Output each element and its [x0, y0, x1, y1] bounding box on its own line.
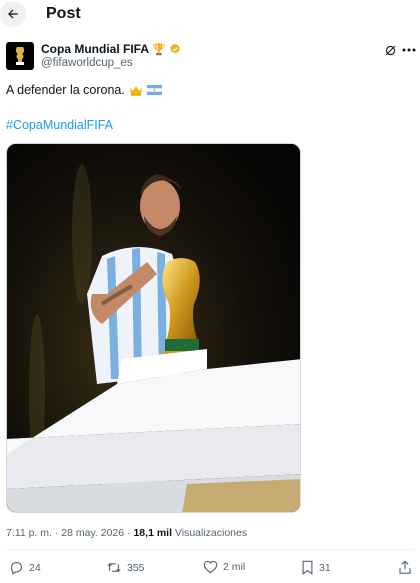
reply-icon [10, 561, 23, 575]
tweet-text: A defender la corona. [6, 83, 162, 97]
page-title: Post [46, 5, 81, 22]
tweet-time[interactable]: 7:11 p. m. [6, 527, 52, 539]
views-count[interactable]: 18,1 mil [133, 527, 172, 539]
back-button[interactable] [0, 1, 26, 27]
top-bar: Post [0, 0, 420, 30]
grok-icon [385, 45, 395, 55]
like-button[interactable]: 2 mil [203, 560, 245, 574]
like-count: 2 mil [223, 561, 246, 573]
argentina-flag-emoji [146, 85, 162, 95]
views-label: Visualizaciones [174, 527, 248, 539]
hashtag-link[interactable]: #CopaMundialFIFA [6, 118, 113, 132]
grok-button[interactable] [382, 42, 398, 58]
fifa-logo-icon [15, 47, 25, 65]
more-options-button[interactable] [401, 42, 417, 58]
repost-button[interactable]: 355 [106, 560, 145, 575]
avatar[interactable] [6, 42, 34, 70]
bookmark-button[interactable]: 31 [301, 560, 331, 575]
verified-badge-icon [169, 43, 180, 54]
more-dots-icon [402, 48, 416, 52]
tweet-author: Copa Mundial FIFA 🏆 @fifaworldcup_es [6, 42, 417, 72]
repost-count: 355 [127, 561, 145, 574]
share-button[interactable] [398, 560, 412, 575]
reply-count: 24 [29, 561, 41, 574]
photo-player-with-trophy [7, 144, 300, 512]
divider [6, 549, 414, 550]
action-bar: 24 355 2 mil 31 [0, 560, 420, 580]
display-name[interactable]: Copa Mundial FIFA [41, 42, 149, 56]
tweet-meta: 7:11 p. m. · 28 may. 2026 · 18,1 mil Vis… [6, 527, 247, 539]
tweet-body: A defender la corona. [6, 83, 125, 97]
trophy-emoji: 🏆 [152, 43, 166, 56]
repost-icon [107, 562, 121, 573]
crown-emoji [129, 85, 142, 96]
share-icon [399, 560, 411, 574]
meta-separator: · [54, 527, 59, 539]
meta-separator: · [127, 527, 131, 539]
author-handle[interactable]: @fifaworldcup_es [41, 57, 133, 69]
heart-icon [203, 560, 218, 574]
bookmark-count: 31 [319, 561, 331, 574]
reply-button[interactable]: 24 [9, 560, 41, 575]
arrow-left-icon [8, 9, 18, 19]
bookmark-icon [302, 560, 313, 575]
tweet-date[interactable]: 28 may. 2026 [61, 527, 124, 539]
tweet-photo[interactable] [6, 143, 301, 513]
